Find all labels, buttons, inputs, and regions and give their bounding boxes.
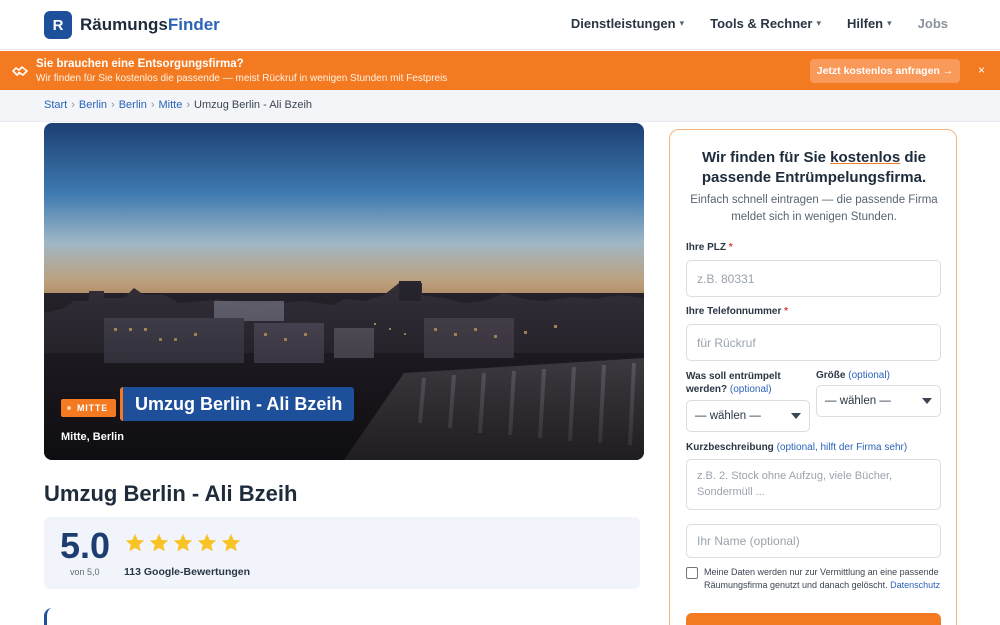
chevron-down-icon: ▾: [887, 18, 892, 28]
consent-checkbox[interactable]: [686, 567, 698, 579]
logo-mark: R: [44, 11, 72, 39]
name-input[interactable]: Ihr Name (optional): [686, 524, 941, 558]
plz-label: Ihre PLZ *: [686, 242, 733, 253]
plz-input[interactable]: z.B. 80331: [686, 260, 941, 297]
breadcrumb-separator: ›: [186, 99, 191, 111]
phone-input[interactable]: für Rückruf: [686, 324, 941, 361]
description-label: Kurzbeschreibung (optional, hilft der Fi…: [686, 442, 908, 453]
nav-hilfen[interactable]: Hilfen ▾: [847, 16, 892, 31]
rating-score: 5.0: [60, 525, 111, 566]
rating-scale: von 5,0: [70, 567, 100, 577]
hero-location: Mitte, Berlin: [61, 431, 124, 443]
breadcrumb-bar: Start › Berlin › Berlin › Mitte › Umzug …: [0, 90, 1000, 122]
main-nav: Dienstleistungen ▾ Tools & Rechner ▾ Hilfe…: [571, 16, 948, 31]
lead-form: Wir finden für Sie kostenlos die passend…: [669, 129, 957, 625]
form-heading: Wir finden für Sie kostenlos die passend…: [701, 149, 927, 186]
star-icon: [125, 533, 145, 552]
star-icon: [221, 533, 241, 552]
handshake-icon: [12, 66, 28, 76]
hero-image: MITTE Umzug Berlin - Ali Bzeih Mitte, Be…: [44, 123, 644, 460]
next-section-edge: [44, 608, 64, 625]
promo-banner: Sie brauchen eine Entsorgungsfirma? Wir …: [0, 51, 1000, 90]
banner-subtitle: Wir finden für Sie kostenlos die passend…: [36, 73, 448, 84]
privacy-link[interactable]: Datenschutz: [890, 580, 940, 590]
nav-jobs[interactable]: Jobs: [918, 16, 948, 31]
nav-tools[interactable]: Tools & Rechner ▾: [710, 16, 821, 31]
star-rating: [124, 532, 242, 554]
breadcrumb-berlin[interactable]: Berlin: [79, 99, 107, 111]
rating-card: 5.0 von 5,0 113 Google-Bewertungen: [44, 517, 640, 589]
breadcrumb-separator: ›: [71, 99, 75, 111]
breadcrumb-separator: ›: [111, 99, 115, 111]
dropdown-arrow-icon: [791, 413, 801, 419]
breadcrumb-start[interactable]: Start: [44, 99, 67, 111]
consent-text: Meine Daten werden nur zur Vermittlung a…: [704, 567, 941, 590]
chevron-down-icon: ▾: [679, 18, 685, 28]
form-intro: Einfach schnell eintragen — die passende…: [690, 194, 938, 223]
star-icon: [197, 533, 217, 552]
hero-title: Umzug Berlin - Ali Bzeih: [120, 387, 355, 421]
nav-dienstleistungen[interactable]: Dienstleistungen ▾: [571, 16, 684, 31]
close-icon[interactable]: ×: [978, 63, 985, 77]
page-title: Umzug Berlin - Ali Bzeih: [44, 481, 298, 506]
badge-dot-icon: [67, 406, 71, 410]
logo-text: RäumungsFinder: [80, 15, 220, 34]
banner-title: Sie brauchen eine Entsorgungsfirma?: [36, 58, 244, 70]
size-select[interactable]: — wählen —: [816, 385, 941, 417]
site-header: R RäumungsFinder Dienstleistungen ▾ Tools…: [0, 0, 1000, 50]
what-label: Was soll entrümpelt werden? (optional): [686, 371, 781, 395]
description-textarea[interactable]: z.B. 2. Stock ohne Aufzug, viele Bücher,…: [686, 459, 941, 510]
breadcrumb-berlin-2[interactable]: Berlin: [119, 99, 147, 111]
what-select[interactable]: — wählen —: [686, 400, 810, 432]
submit-button[interactable]: [686, 613, 941, 625]
breadcrumb-current: Umzug Berlin - Ali Bzeih: [194, 99, 313, 111]
banner-cta-button[interactable]: Jetzt kostenlos anfragen →: [810, 59, 960, 83]
review-count[interactable]: 113 Google-Bewertungen: [124, 566, 250, 578]
phone-label: Ihre Telefonnummer *: [686, 306, 789, 317]
breadcrumb-mitte[interactable]: Mitte: [159, 99, 183, 111]
district-badge: MITTE: [61, 399, 116, 417]
chevron-down-icon: ▾: [816, 18, 821, 28]
dropdown-arrow-icon: [922, 398, 932, 404]
star-icon: [149, 533, 169, 552]
star-icon: [173, 533, 193, 552]
breadcrumb: Start › Berlin › Berlin › Mitte › Umzug …: [44, 99, 312, 111]
breadcrumb-separator: ›: [150, 99, 155, 111]
logo[interactable]: R RäumungsFinder: [44, 11, 220, 39]
size-label: Größe (optional): [816, 370, 890, 381]
